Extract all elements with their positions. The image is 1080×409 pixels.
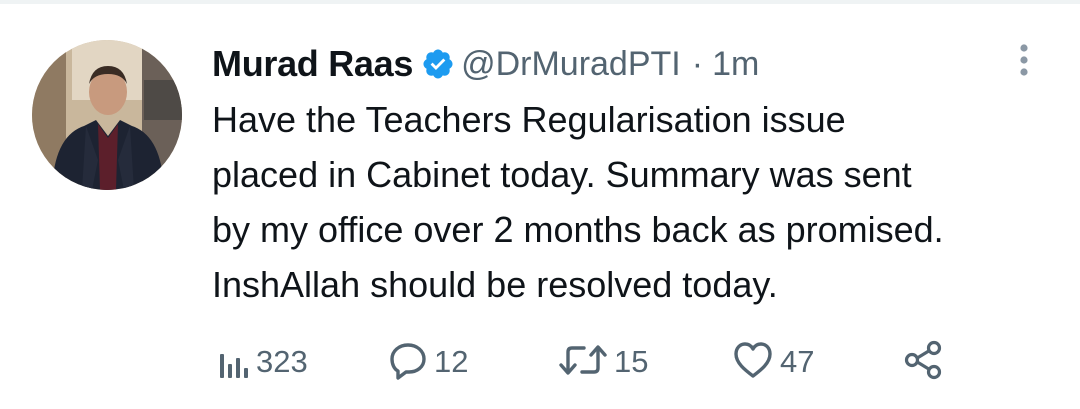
tweet-actions: 323 12 15 47	[212, 340, 972, 384]
tweet-text: Have the Teachers Regularisation issue p…	[212, 92, 1062, 312]
tweet-text-line: Have the Teachers Regularisation issue	[212, 99, 846, 140]
tweet-text-line: by my office over 2 months back as promi…	[212, 209, 944, 250]
tweet-text-line: InshAllah should be resolved today.	[212, 264, 778, 305]
likes-count: 47	[780, 344, 815, 379]
share-icon	[902, 339, 944, 386]
heart-icon	[732, 340, 774, 385]
reply-button[interactable]: 12	[388, 340, 468, 384]
reply-icon	[388, 340, 428, 385]
like-button[interactable]: 47	[732, 340, 814, 384]
replies-count: 12	[434, 344, 469, 379]
views-count: 323	[256, 344, 308, 379]
share-button[interactable]	[902, 340, 944, 384]
separator-dot: ·	[691, 44, 704, 83]
views-button[interactable]: 323	[218, 340, 308, 384]
retweets-count: 15	[614, 344, 649, 379]
tweet-card[interactable]: Murad Raas @DrMuradPTI · 1m Have the Tea…	[0, 4, 1080, 409]
analytics-icon	[218, 340, 250, 385]
user-handle[interactable]: @DrMuradPTI	[461, 45, 681, 84]
tweet-text-line: placed in Cabinet today. Summary was sen…	[212, 154, 912, 195]
retweet-icon	[558, 340, 608, 385]
timestamp[interactable]: 1m	[712, 45, 759, 84]
tweet-header: Murad Raas @DrMuradPTI · 1m	[212, 40, 759, 88]
display-name[interactable]: Murad Raas	[212, 43, 413, 85]
avatar[interactable]	[32, 40, 182, 190]
verified-badge-icon	[421, 47, 455, 81]
more-vertical-icon[interactable]	[1008, 40, 1040, 80]
retweet-button[interactable]: 15	[558, 340, 648, 384]
